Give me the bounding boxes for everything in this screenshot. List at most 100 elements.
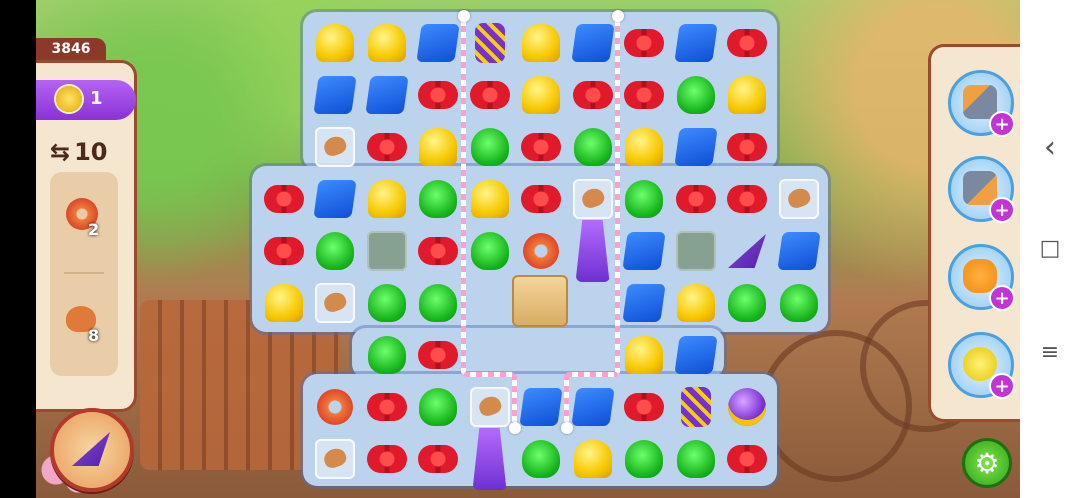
disco-ball-piece [728,388,766,426]
board-cell[interactable] [465,18,515,68]
board-cell[interactable] [362,174,412,224]
yellow-lamp-piece [470,180,509,218]
moves-count: 10 [74,138,108,166]
board-cell[interactable] [465,70,515,120]
board-cell[interactable] [310,434,360,484]
board-cell[interactable] [619,70,669,120]
paper-plane-button[interactable] [50,408,134,492]
board-cell[interactable] [619,122,669,172]
green-cup-piece [573,128,612,166]
glove-booster[interactable]: + [948,244,1015,311]
green-cup-piece [470,232,509,270]
board-cell[interactable] [310,278,360,328]
board-cell[interactable] [619,382,669,432]
soap-booster[interactable]: + [948,332,1015,399]
board-cell[interactable] [516,174,566,224]
board-cell[interactable] [619,226,669,276]
board-cell[interactable] [671,18,721,68]
goal-croissant-count: 8 [88,326,100,345]
settings-button[interactable]: ⚙ [962,438,1012,488]
board-cell[interactable] [722,278,772,328]
board-cell[interactable] [413,434,463,484]
board-cell[interactable] [310,122,360,172]
board-cell[interactable] [671,278,721,328]
board-cell[interactable] [568,18,618,68]
board-cell[interactable] [310,226,360,276]
back-icon[interactable]: ‹ [1020,130,1080,165]
board-cell[interactable] [671,174,721,224]
board-cell[interactable] [465,122,515,172]
board-cell[interactable] [568,220,618,282]
board-cell[interactable] [722,18,772,68]
board-cell[interactable] [619,434,669,484]
board-cell[interactable] [722,382,772,432]
board-cell[interactable] [516,18,566,68]
board-cell[interactable] [362,18,412,68]
board-cell[interactable] [722,226,772,276]
board-cell[interactable] [568,434,618,484]
board-cell[interactable] [310,382,360,432]
rope-knob [561,422,573,434]
board-cell[interactable] [465,174,515,224]
board-cell[interactable] [465,382,515,432]
board-cell[interactable] [465,226,515,276]
board-cell[interactable] [362,382,412,432]
board-cell[interactable] [259,174,309,224]
board-cell[interactable] [568,122,618,172]
board-cell[interactable] [722,122,772,172]
board-cell[interactable] [413,278,463,328]
board-cell[interactable] [413,226,463,276]
board-cell[interactable] [774,278,824,328]
board-cell[interactable] [516,226,566,276]
board-cell[interactable] [362,278,412,328]
rope-knob [458,10,470,22]
board-cell[interactable] [413,70,463,120]
board-cell[interactable] [722,434,772,484]
board-cell[interactable] [671,434,721,484]
board-cell[interactable] [516,382,566,432]
board-cell[interactable] [619,174,669,224]
blue-box-piece [313,180,357,218]
board-cell[interactable] [671,226,721,276]
board-cell[interactable] [774,174,824,224]
double-hammer-booster[interactable]: + [948,156,1015,223]
board-cell[interactable] [516,434,566,484]
board-cell[interactable] [310,18,360,68]
board-cell[interactable] [413,330,463,380]
board-cell[interactable] [362,70,412,120]
board-cell[interactable] [362,226,412,276]
board-cell[interactable] [671,330,721,380]
board-cell[interactable] [722,70,772,120]
board-cell[interactable] [362,122,412,172]
board-cell[interactable] [774,226,824,276]
board-cell[interactable] [671,382,721,432]
goal-donut-count: 2 [88,220,100,239]
board-cell[interactable] [362,330,412,380]
hammer-booster[interactable]: + [948,70,1015,137]
board-cell[interactable] [619,330,669,380]
menu-icon[interactable]: ≡ [1020,340,1080,365]
board-cell[interactable] [516,122,566,172]
board-cell[interactable] [722,174,772,224]
board-cell[interactable] [516,70,566,120]
board-cell[interactable] [413,122,463,172]
board-cell[interactable] [465,428,515,490]
board-cell[interactable] [259,226,309,276]
board-cell[interactable] [413,18,463,68]
board-cell[interactable] [413,174,463,224]
board-cell[interactable] [568,174,618,224]
board-cell[interactable] [619,278,669,328]
green-cup-piece [728,284,766,322]
board-cell[interactable] [259,278,309,328]
board-cell[interactable] [671,70,721,120]
board-cell[interactable] [310,70,360,120]
board-cell[interactable] [671,122,721,172]
board-cell[interactable] [413,382,463,432]
green-cup-piece [625,180,663,218]
board-cell[interactable] [568,70,618,120]
home-icon[interactable]: □ [1020,236,1080,261]
board-cell[interactable] [362,434,412,484]
board-cell[interactable] [568,382,618,432]
board-cell[interactable] [310,174,360,224]
board-cell[interactable] [619,18,669,68]
